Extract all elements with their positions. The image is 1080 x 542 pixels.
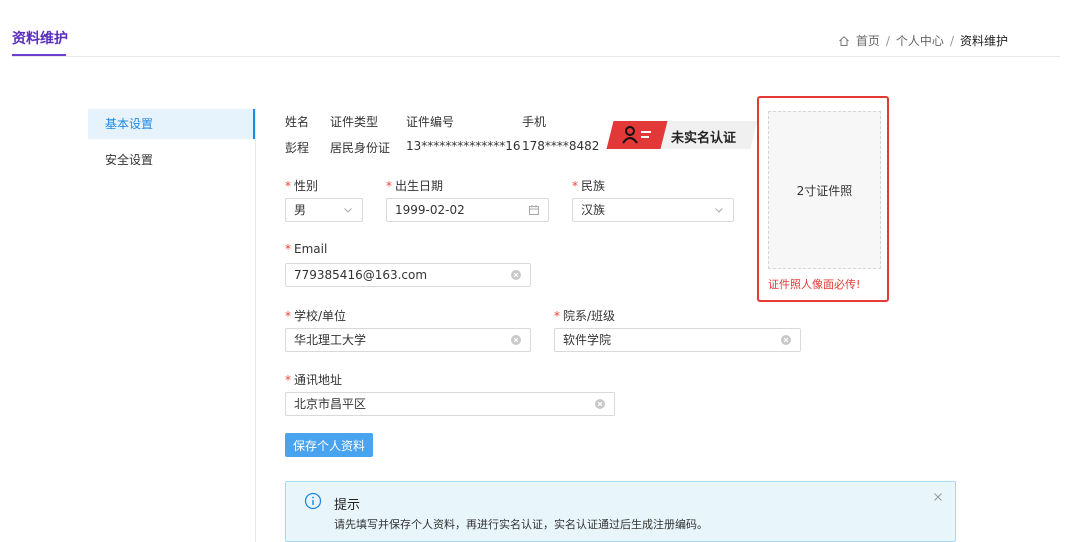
side-nav: 基本设置 安全设置: [88, 109, 256, 542]
breadcrumb-current: 资料维护: [959, 34, 1008, 48]
school-field[interactable]: 华北理工大学: [285, 328, 531, 352]
name-value: 彭程: [285, 141, 310, 155]
verification-status-text: 未实名认证: [671, 131, 737, 146]
info-alert: 提示 请先填写并保存个人资料，再进行实名认证，实名认证通过后生成注册编码。: [285, 481, 956, 542]
email-field[interactable]: 779385416@163.com: [285, 263, 531, 287]
info-icon: [304, 492, 322, 510]
alert-message: 请先填写并保存个人资料，再进行实名认证，实名认证通过后生成注册编码。: [334, 518, 708, 531]
id-photo-upload-area: 2寸证件照 证件照人像面必传!: [757, 96, 889, 302]
verification-status-badge: 未实名认证: [606, 121, 758, 149]
close-icon[interactable]: [933, 492, 943, 502]
page-title: 资料维护: [12, 31, 68, 47]
department-label: * 院系/班级: [554, 309, 616, 323]
id-photo-upload[interactable]: 2寸证件照: [768, 111, 881, 269]
header-divider: [12, 56, 1060, 57]
phone-header: 手机: [522, 115, 547, 129]
id-card-icon: [622, 126, 651, 144]
clear-icon[interactable]: [594, 398, 606, 410]
email-label: * Email: [285, 242, 328, 256]
gender-label: * 性别: [285, 179, 319, 193]
sidebar-item-basic-settings[interactable]: 基本设置: [88, 109, 255, 139]
chevron-down-icon: [715, 208, 723, 213]
id-number-value: 13**************16: [406, 139, 521, 153]
chevron-down-icon: [344, 208, 352, 213]
id-photo-warning: 证件照人像面必传!: [768, 278, 861, 291]
breadcrumb-separator: /: [949, 33, 954, 48]
breadcrumb-separator: /: [885, 33, 890, 48]
name-header: 姓名: [285, 115, 310, 129]
alert-title: 提示: [334, 498, 361, 513]
address-field[interactable]: 北京市昌平区: [285, 392, 615, 416]
birthdate-picker[interactable]: 1999-02-02: [386, 198, 549, 222]
calendar-icon: [529, 205, 539, 215]
id-photo-placeholder: 2寸证件照: [796, 183, 853, 198]
department-field[interactable]: 软件学院: [554, 328, 801, 352]
id-type-header: 证件类型: [330, 115, 379, 129]
birthdate-label: * 出生日期: [386, 179, 444, 193]
clear-icon[interactable]: [510, 334, 522, 346]
gender-select[interactable]: 男: [285, 198, 363, 222]
clear-icon[interactable]: [780, 334, 792, 346]
id-number-header: 证件编号: [406, 115, 455, 129]
breadcrumb-personal-center[interactable]: 个人中心: [896, 32, 944, 49]
breadcrumb-home[interactable]: 首页: [856, 32, 880, 49]
breadcrumb: 首页 / 个人中心 / 资料维护: [838, 32, 1008, 49]
school-label: * 学校/单位: [285, 309, 347, 323]
clear-icon[interactable]: [510, 269, 522, 281]
ethnicity-select[interactable]: 汉族: [572, 198, 734, 222]
save-profile-button[interactable]: 保存个人资料: [285, 433, 373, 457]
phone-value: 178****8482: [522, 139, 600, 153]
ethnicity-label: * 民族: [572, 179, 606, 193]
address-label: * 通讯地址: [285, 373, 343, 387]
sidebar-item-security-settings[interactable]: 安全设置: [88, 145, 255, 175]
home-icon[interactable]: [838, 35, 850, 47]
id-type-value: 居民身份证: [330, 141, 391, 155]
